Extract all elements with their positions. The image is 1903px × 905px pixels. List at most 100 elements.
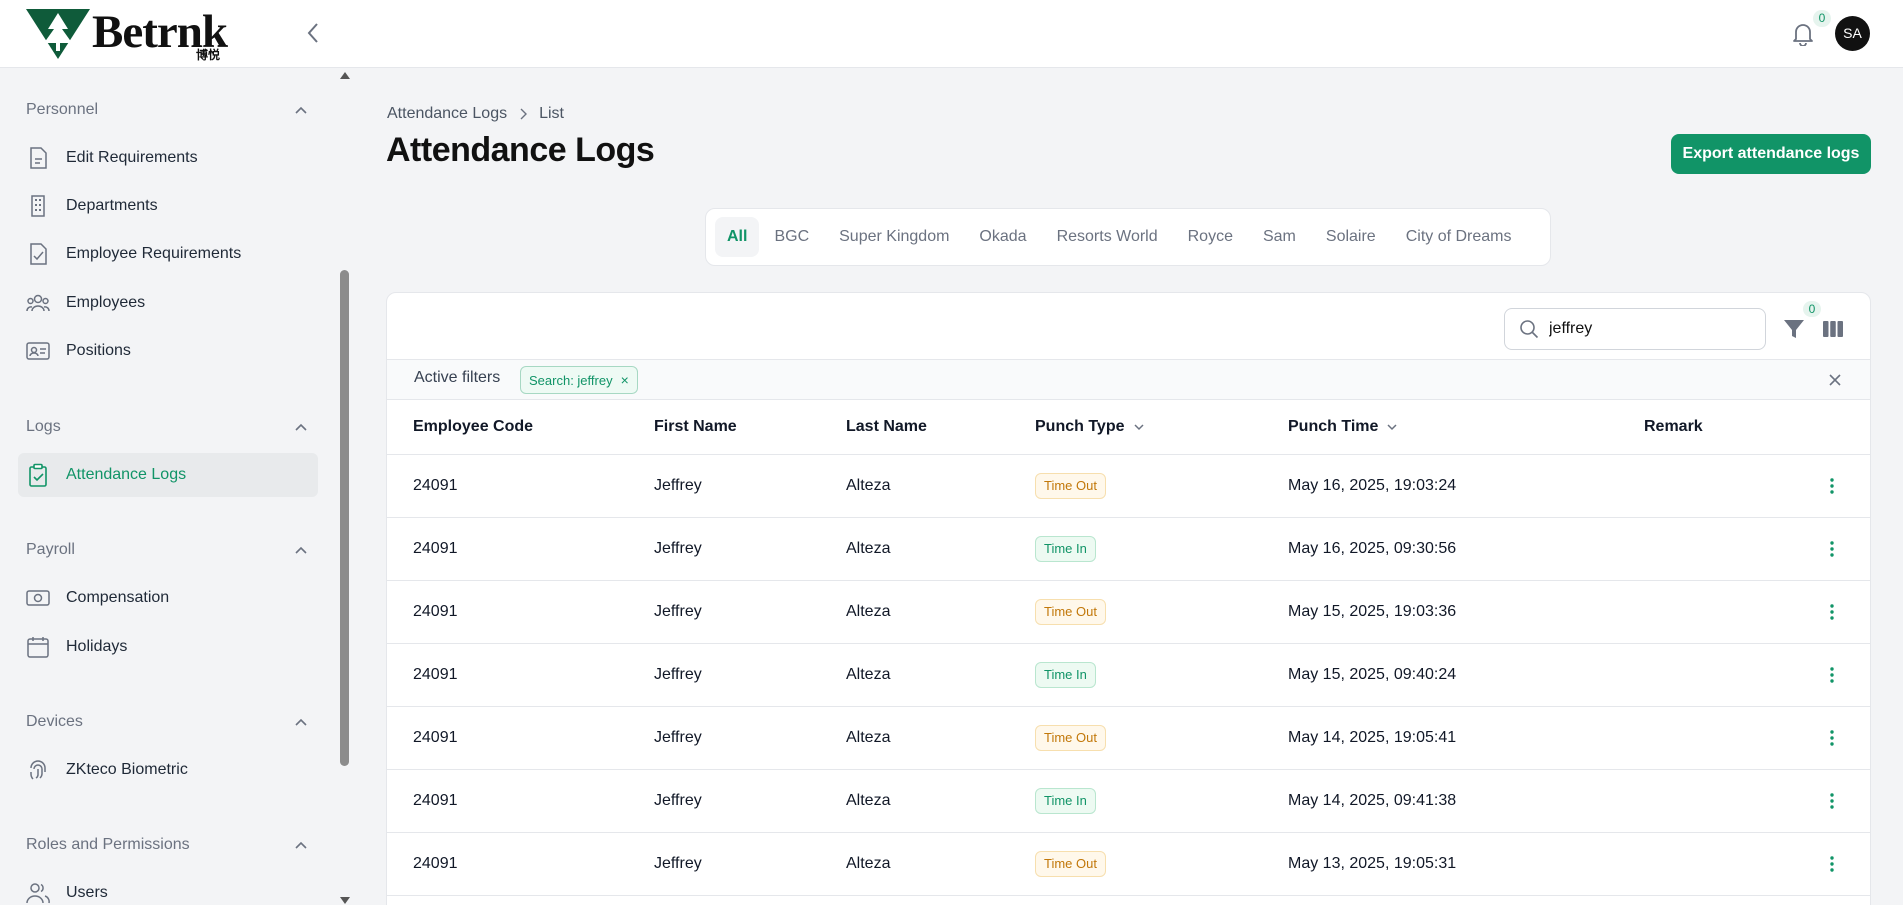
tab-sam[interactable]: Sam — [1248, 217, 1311, 257]
scroll-up-arrow[interactable] — [340, 72, 350, 79]
column-punch-time[interactable]: Punch Time — [1288, 400, 1644, 455]
sidebar-section-logs[interactable]: Logs — [26, 415, 308, 439]
filter-chip: Search: jeffrey × — [520, 366, 638, 394]
remove-filter-icon[interactable]: × — [621, 372, 629, 388]
sidebar-item-employees[interactable]: Employees — [18, 281, 318, 325]
column-punch-type[interactable]: Punch Type — [1035, 400, 1288, 455]
active-filters-bar: Active filters Search: jeffrey × — [387, 359, 1870, 400]
user-avatar[interactable]: SA — [1835, 16, 1870, 51]
cell-employee-code: 24091 — [387, 832, 654, 896]
cell-remark — [1644, 580, 1870, 644]
cell-employee-code: 24091 — [387, 454, 654, 518]
table-row[interactable]: 24091 Jeffrey Alteza Time In May 16, 2025, 0… — [387, 517, 1870, 581]
cell-first-name: Jeffrey — [654, 454, 846, 518]
cell-last-name: Alteza — [846, 643, 1035, 707]
cell-last-name: Alteza — [846, 769, 1035, 833]
clear-filters-button[interactable] — [1827, 372, 1843, 388]
cell-employee-code: 24091 — [387, 580, 654, 644]
columns-toggle-button[interactable] — [1821, 317, 1845, 341]
cash-icon — [26, 586, 50, 610]
more-options-icon[interactable] — [1822, 476, 1842, 496]
sidebar-item-label: Users — [66, 884, 108, 901]
filter-button[interactable] — [1782, 317, 1806, 341]
breadcrumb: Attendance Logs List — [387, 103, 564, 125]
cell-punch-type: Time In — [1035, 769, 1288, 833]
sidebar-section-payroll[interactable]: Payroll — [26, 538, 308, 562]
sidebar-section-personnel[interactable]: Personnel — [26, 98, 308, 122]
sidebar-item-label: Employee Requirements — [66, 245, 242, 262]
section-title: Logs — [26, 418, 61, 435]
sidebar-item-attendance-logs[interactable]: Attendance Logs — [18, 453, 318, 497]
sidebar-item-label: Departments — [66, 197, 158, 214]
close-icon — [1829, 374, 1841, 386]
cell-remark — [1644, 643, 1870, 707]
notifications-button[interactable] — [1788, 19, 1818, 49]
sidebar-item-holidays[interactable]: Holidays — [18, 625, 318, 669]
search-box[interactable] — [1504, 308, 1766, 350]
more-options-icon[interactable] — [1822, 854, 1842, 874]
search-input[interactable] — [1549, 320, 1749, 338]
sidebar-item-employee-requirements[interactable]: Employee Requirements — [18, 232, 318, 276]
section-title: Payroll — [26, 541, 75, 558]
collapse-sidebar-button[interactable] — [298, 18, 328, 48]
cell-last-name: Alteza — [846, 454, 1035, 518]
notification-count-badge: 0 — [1813, 10, 1831, 27]
cell-remark — [1644, 706, 1870, 770]
cell-last-name: Alteza — [846, 706, 1035, 770]
sidebar-item-users[interactable]: Users — [18, 871, 318, 905]
cell-remark — [1644, 832, 1870, 896]
tab-solaire[interactable]: Solaire — [1311, 217, 1391, 257]
column-employee-code: Employee Code — [387, 400, 654, 455]
breadcrumb-parent-link[interactable]: Attendance Logs — [387, 105, 507, 123]
more-options-icon[interactable] — [1822, 602, 1842, 622]
punch-type-badge: Time In — [1035, 787, 1096, 814]
export-attendance-logs-button[interactable]: Export attendance logs — [1671, 134, 1871, 174]
more-options-icon[interactable] — [1822, 791, 1842, 811]
cell-employee-code: 24091 — [387, 517, 654, 581]
chevron-up-icon — [295, 423, 307, 431]
cell-punch-type: Time Out — [1035, 832, 1288, 896]
attendance-table: Employee Code First Name Last Name Punch… — [387, 400, 1870, 896]
sidebar-item-zkteco-biometric[interactable]: ZKteco Biometric — [18, 748, 318, 792]
cell-last-name: Alteza — [846, 580, 1035, 644]
chevron-down-icon — [1133, 424, 1144, 430]
tab-city-of-dreams[interactable]: City of Dreams — [1391, 217, 1527, 257]
sidebar-item-edit-requirements[interactable]: Edit Requirements — [18, 136, 318, 180]
page-title: Attendance Logs — [386, 131, 655, 169]
sidebar-item-departments[interactable]: Departments — [18, 184, 318, 228]
chevron-right-icon — [519, 108, 528, 120]
tab-super-kingdom[interactable]: Super Kingdom — [824, 217, 964, 257]
table-row[interactable]: 24091 Jeffrey Alteza Time In May 14, 2025, 0… — [387, 769, 1870, 833]
table-row[interactable]: 24091 Jeffrey Alteza Time Out May 16, 2025, … — [387, 454, 1870, 518]
sidebar-item-label: Attendance Logs — [66, 466, 187, 483]
brand-logo[interactable]: Betrnk 博悦 — [26, 6, 228, 62]
section-title: Devices — [26, 713, 83, 730]
tab-all[interactable]: All — [715, 217, 760, 257]
filter-count-badge: 0 — [1803, 301, 1821, 317]
sidebar-item-compensation[interactable]: Compensation — [18, 576, 318, 620]
scroll-down-arrow[interactable] — [340, 897, 350, 904]
cell-punch-time: May 16, 2025, 09:30:56 — [1288, 517, 1644, 581]
table-row[interactable]: 24091 Jeffrey Alteza Time Out May 14, 2025, … — [387, 706, 1870, 770]
sidebar-section-roles-and-permissions[interactable]: Roles and Permissions — [26, 833, 308, 857]
building-icon — [26, 194, 50, 218]
tab-okada[interactable]: Okada — [964, 217, 1041, 257]
table-row[interactable]: 24091 Jeffrey Alteza Time Out May 15, 2025, … — [387, 580, 1870, 644]
punch-type-badge: Time Out — [1035, 598, 1106, 625]
tab-resorts-world[interactable]: Resorts World — [1042, 217, 1173, 257]
sidebar-section-devices[interactable]: Devices — [26, 710, 308, 734]
more-options-icon[interactable] — [1822, 665, 1842, 685]
cell-punch-time: May 16, 2025, 19:03:24 — [1288, 454, 1644, 518]
users-icon — [26, 881, 50, 905]
chevron-down-icon — [1387, 424, 1397, 430]
sidebar-scrollbar-thumb[interactable] — [340, 270, 349, 766]
table-row[interactable]: 24091 Jeffrey Alteza Time In May 15, 2025, 0… — [387, 643, 1870, 707]
breadcrumb-current: List — [539, 105, 564, 122]
sidebar-item-positions[interactable]: Positions — [18, 329, 318, 373]
tab-royce[interactable]: Royce — [1173, 217, 1248, 257]
punch-type-badge: Time In — [1035, 661, 1096, 688]
more-options-icon[interactable] — [1822, 728, 1842, 748]
table-row[interactable]: 24091 Jeffrey Alteza Time Out May 13, 2025, … — [387, 832, 1870, 896]
more-options-icon[interactable] — [1822, 539, 1842, 559]
tab-bgc[interactable]: BGC — [759, 217, 824, 257]
